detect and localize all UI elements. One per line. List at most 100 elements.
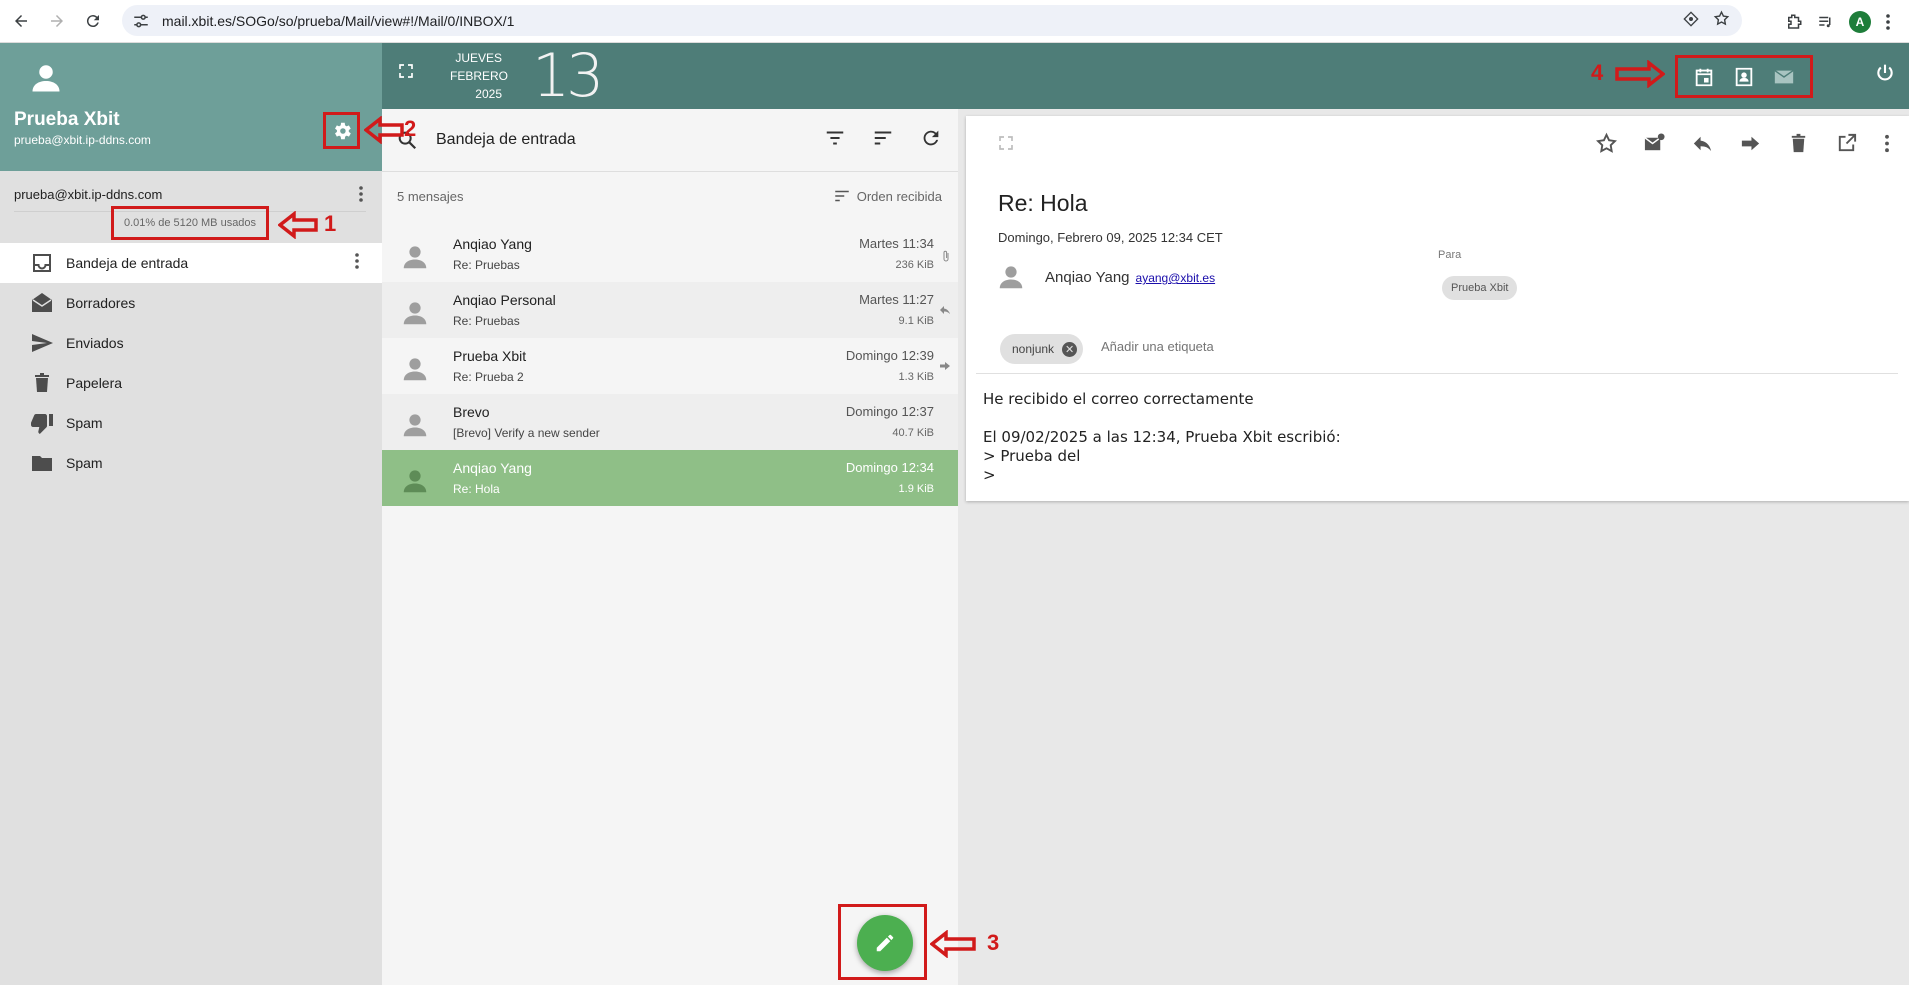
folder-spam-custom[interactable]: Spam — [0, 443, 382, 483]
message-date: Domingo 12:39 — [845, 348, 934, 363]
media-queue-icon[interactable] — [1817, 13, 1835, 31]
open-new-window-icon[interactable] — [1835, 132, 1858, 155]
mail-icon[interactable] — [1773, 66, 1795, 88]
user-email: prueba@xbit.ip-ddns.com — [14, 133, 151, 147]
sort-icon[interactable] — [872, 127, 894, 149]
add-tag-input[interactable] — [1101, 339, 1301, 354]
annotation-arrow-2 — [364, 116, 404, 144]
attachment-icon — [943, 250, 949, 262]
folder-sent[interactable]: Enviados — [0, 323, 382, 363]
folder-label: Spam — [66, 415, 103, 431]
user-name: Prueba Xbit — [14, 109, 120, 130]
message-date: Domingo 12:34 — [845, 460, 934, 475]
folder-more-icon[interactable] — [354, 252, 360, 270]
forward-button[interactable] — [39, 3, 75, 39]
calendar-icon[interactable] — [1693, 66, 1715, 88]
site-settings-icon[interactable] — [132, 12, 150, 30]
inbox-icon — [33, 254, 51, 272]
folder-trash[interactable]: Papelera — [0, 363, 382, 403]
date-month: FEBRERO — [450, 69, 509, 83]
account-address: prueba@xbit.ip-ddns.com — [14, 186, 163, 202]
browser-menu-icon[interactable] — [1885, 13, 1891, 31]
compose-button[interactable] — [857, 915, 913, 971]
message-row[interactable]: Anqiao Personal Re: Pruebas Martes 11:27… — [382, 282, 958, 338]
more-options-icon[interactable] — [1883, 132, 1891, 155]
arrow-right-icon — [51, 15, 63, 27]
bookmark-star-icon[interactable] — [1713, 10, 1730, 27]
message-subject: Re: Prueba 2 — [453, 370, 524, 384]
annotation-arrow-1 — [278, 211, 318, 239]
tag-label: nonjunk — [1012, 342, 1055, 356]
annotation-arrow-3 — [930, 930, 976, 958]
folder-label: Bandeja de entrada — [66, 255, 189, 271]
message-full-date: Domingo, Febrero 09, 2025 12:34 CET — [998, 230, 1223, 245]
forward-icon[interactable] — [1739, 132, 1762, 155]
star-icon[interactable] — [1595, 132, 1618, 155]
sender-avatar-icon — [403, 302, 427, 325]
message-size: 236 KiB — [895, 259, 934, 271]
account-more-icon[interactable] — [358, 185, 364, 203]
date-year: 2025 — [475, 87, 502, 101]
message-row[interactable]: Brevo [Brevo] Verify a new sender Doming… — [382, 394, 958, 450]
arrow-left-icon — [15, 15, 27, 27]
folder-spam[interactable]: Spam — [0, 403, 382, 443]
recipient-chip[interactable]: Prueba Xbit — [1442, 276, 1518, 300]
compose-highlight — [838, 904, 927, 980]
remove-tag-icon[interactable]: ✕ — [1062, 341, 1078, 357]
message-sender: Anqiao Yang — [453, 236, 532, 252]
filter-icon[interactable] — [824, 127, 846, 149]
sender-avatar-icon — [403, 358, 427, 381]
quota-text: 0.01% de 5120 MB usados — [123, 217, 257, 229]
sender-avatar-icon — [403, 470, 427, 493]
mark-unread-icon[interactable] — [1643, 132, 1666, 155]
sort-order-label: Orden recibida — [856, 188, 942, 204]
message-sender: Anqiao Personal — [453, 292, 556, 308]
reload-button[interactable] — [75, 3, 111, 39]
top-app-bar: JUEVES FEBRERO 2025 13 — [382, 41, 1909, 111]
list-toolbar: Bandeja de entrada — [382, 109, 958, 172]
forwarded-icon — [940, 362, 950, 370]
logout-icon[interactable] — [1875, 63, 1895, 83]
to-label: Para — [1438, 249, 1462, 261]
annotation-arrow-4 — [1615, 60, 1665, 88]
message-date: Domingo 12:37 — [845, 404, 934, 419]
fullscreen-icon[interactable] — [398, 63, 414, 79]
message-row-selected[interactable]: Anqiao Yang Re: Hola Domingo 12:34 1.9 K… — [382, 450, 958, 506]
back-button[interactable] — [3, 3, 39, 39]
refresh-icon[interactable] — [920, 127, 942, 149]
extensions-icon[interactable] — [1785, 13, 1803, 31]
user-avatar-icon — [32, 65, 60, 92]
gear-icon — [334, 122, 351, 139]
browser-toolbar: mail.xbit.es/SOGo/so/prueba/Mail/view#!/… — [0, 0, 1909, 43]
message-size: 40.7 KiB — [892, 427, 934, 439]
sort-order-button[interactable]: Orden recibida — [833, 187, 942, 205]
profile-avatar[interactable]: A — [1849, 10, 1871, 33]
date-day-number: 13 — [532, 41, 604, 111]
folder-label: Spam — [66, 455, 103, 471]
from-email-link[interactable]: ayang@xbit.es — [1136, 271, 1216, 285]
settings-button[interactable] — [323, 112, 360, 149]
folder-drafts[interactable]: Borradores — [0, 283, 382, 323]
annotation-label-4: 4 — [1591, 60, 1604, 85]
message-row[interactable]: Anqiao Yang Re: Pruebas Martes 11:34 236… — [382, 226, 958, 282]
reply-icon[interactable] — [1691, 132, 1714, 155]
delete-icon[interactable] — [1787, 132, 1810, 155]
account-row[interactable]: prueba@xbit.ip-ddns.com — [14, 183, 364, 205]
address-bar[interactable]: mail.xbit.es/SOGo/so/prueba/Mail/view#!/… — [122, 5, 1742, 36]
contacts-icon[interactable] — [1733, 66, 1755, 88]
date-weekday: JUEVES — [455, 51, 502, 65]
sidebar: Prueba Xbit prueba@xbit.ip-ddns.com prue… — [0, 43, 382, 985]
message-row[interactable]: Prueba Xbit Re: Prueba 2 Domingo 12:39 1… — [382, 338, 958, 394]
folder-label: Enviados — [66, 335, 124, 351]
sidebar-header: Prueba Xbit prueba@xbit.ip-ddns.com — [0, 43, 382, 171]
folder-inbox[interactable]: Bandeja de entrada — [0, 243, 382, 283]
replied-icon — [940, 306, 950, 314]
from-field: Anqiao Yang ayang@xbit.es — [1045, 269, 1215, 286]
lens-icon[interactable] — [1683, 10, 1699, 27]
quota-indicator: 0.01% de 5120 MB usados — [111, 206, 269, 240]
sender-avatar-icon — [403, 246, 427, 269]
expand-icon[interactable] — [998, 135, 1014, 151]
folder-label: Borradores — [66, 295, 136, 311]
divider — [976, 373, 1898, 374]
message-sender: Prueba Xbit — [453, 348, 527, 364]
